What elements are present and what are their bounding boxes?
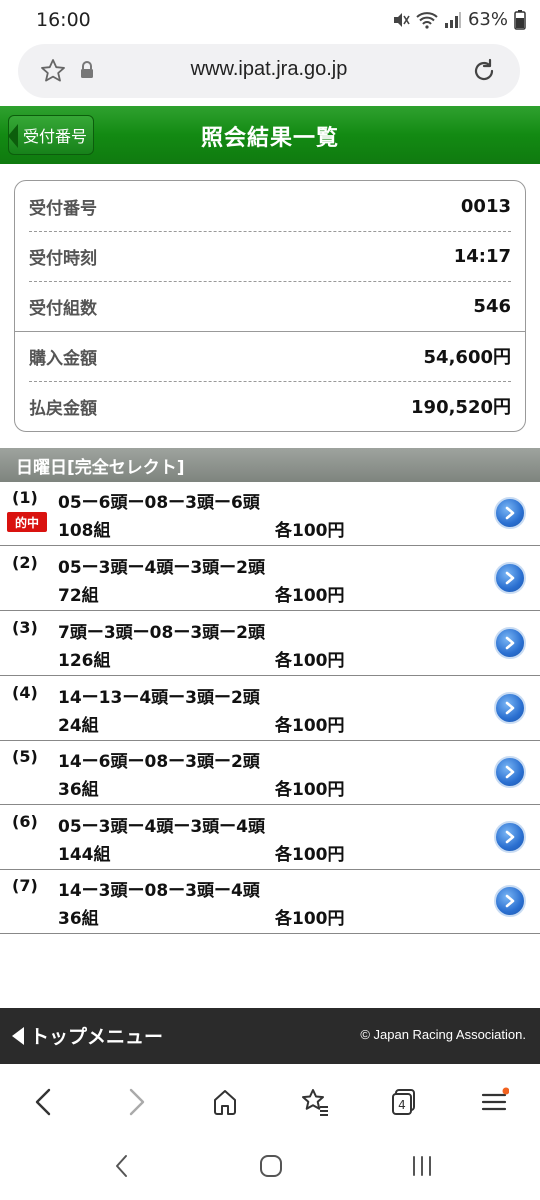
list-item[interactable]: (3) 7頭ー3頭ー08ー3頭ー2頭 126組 各100円 [0, 612, 540, 676]
bet-number: (3) [12, 618, 38, 637]
bet-number: (6) [12, 812, 38, 831]
chevron-right-icon[interactable] [494, 627, 526, 659]
status-icons: 63% [392, 9, 526, 30]
bet-combination: 14ー6頭ー08ー3頭ー2頭 [58, 752, 260, 772]
chevron-right-icon[interactable] [494, 821, 526, 853]
bet-price: 各100円 [275, 586, 345, 606]
bet-number: (4) [12, 683, 38, 702]
summary-label: 受付番号 [29, 198, 97, 219]
page-title: 照会結果一覧 [200, 126, 339, 151]
bet-number: (1) [12, 488, 38, 507]
bet-count: 108組 [58, 521, 111, 541]
address-bar[interactable]: www.ipat.jra.go.jp [18, 44, 520, 98]
mute-icon [392, 11, 410, 29]
summary-value: 190,520円 [411, 397, 511, 418]
battery-text: 63% [467, 9, 508, 30]
summary-row: 受付時刻 14:17 [29, 231, 511, 281]
bet-count: 126組 [58, 651, 111, 671]
summary-label: 受付時刻 [29, 248, 97, 269]
bet-price: 各100円 [275, 716, 345, 736]
forward-icon[interactable] [118, 1084, 154, 1120]
url-text[interactable]: www.ipat.jra.go.jp [18, 58, 520, 81]
summary-row: 受付組数 546 [29, 281, 511, 331]
summary-label: 受付組数 [29, 298, 97, 319]
system-back-icon[interactable] [104, 1148, 140, 1184]
chevron-right-icon[interactable] [494, 562, 526, 594]
bet-price: 各100円 [275, 845, 345, 865]
bet-number: (5) [12, 747, 38, 766]
system-home-icon[interactable] [253, 1148, 289, 1184]
summary-value: 14:17 [453, 245, 511, 267]
bet-count: 144組 [58, 845, 111, 865]
bet-count: 72組 [58, 586, 99, 606]
status-bar: 16:00 63% [0, 0, 540, 40]
bet-combination: 05ー3頭ー4頭ー3頭ー4頭 [58, 817, 265, 837]
system-recents-icon[interactable] [404, 1148, 440, 1184]
chevron-right-icon[interactable] [494, 692, 526, 724]
bet-combination: 7頭ー3頭ー08ー3頭ー2頭 [58, 623, 265, 643]
bet-price: 各100円 [275, 909, 345, 929]
bet-price: 各100円 [275, 521, 345, 541]
bet-combination: 14ー13ー4頭ー3頭ー2頭 [58, 688, 260, 708]
bet-count: 24組 [58, 716, 99, 736]
summary-label: 払戻金額 [29, 398, 97, 419]
chevron-right-icon[interactable] [494, 756, 526, 788]
bet-combination: 14ー3頭ー08ー3頭ー4頭 [58, 881, 260, 901]
summary-label: 購入金額 [29, 348, 97, 369]
list-item[interactable]: (7) 14ー3頭ー08ー3頭ー4頭 36組 各100円 [0, 870, 540, 934]
section-title: 日曜日[完全セレクト] [0, 448, 540, 482]
summary-row: 購入金額 54,600円 [29, 331, 511, 381]
menu-icon[interactable] [476, 1084, 512, 1120]
top-menu-label: トップメニュー [30, 1026, 164, 1048]
summary-value: 546 [473, 295, 511, 317]
bet-number: (7) [12, 876, 38, 895]
copyright: © Japan Racing Association. [360, 1027, 526, 1042]
bookmarks-icon[interactable] [297, 1084, 333, 1120]
bet-count: 36組 [58, 780, 99, 800]
signal-icon [444, 11, 462, 29]
chevron-right-icon[interactable] [494, 885, 526, 917]
status-time: 16:00 [36, 9, 91, 31]
footer-bar: トップメニュー © Japan Racing Association. [0, 1008, 540, 1064]
wifi-icon [416, 11, 438, 29]
list-item[interactable]: (2) 05ー3頭ー4頭ー3頭ー2頭 72組 各100円 [0, 547, 540, 611]
summary-card: 受付番号 0013 受付時刻 14:17 受付組数 546 購入金額 54,60… [14, 180, 526, 432]
top-menu-link[interactable]: トップメニュー [12, 1022, 163, 1049]
tabs-icon[interactable]: 4 [386, 1084, 422, 1120]
bet-price: 各100円 [275, 651, 345, 671]
bet-combination: 05ー6頭ー08ー3頭ー6頭 [58, 493, 260, 513]
chevron-right-icon[interactable] [494, 497, 526, 529]
list-item[interactable]: (1) 的中 05ー6頭ー08ー3頭ー6頭 108組 各100円 [0, 482, 540, 546]
summary-row: 受付番号 0013 [29, 181, 511, 231]
back-icon[interactable] [26, 1084, 62, 1120]
reload-icon[interactable] [470, 57, 498, 89]
summary-value: 54,600円 [423, 347, 511, 368]
list-item[interactable]: (5) 14ー6頭ー08ー3頭ー2頭 36組 各100円 [0, 741, 540, 805]
hit-badge: 的中 [7, 512, 47, 532]
list-item[interactable]: (4) 14ー13ー4頭ー3頭ー2頭 24組 各100円 [0, 677, 540, 741]
tab-count: 4 [398, 1098, 406, 1112]
bet-combination: 05ー3頭ー4頭ー3頭ー2頭 [58, 558, 265, 578]
bet-count: 36組 [58, 909, 99, 929]
system-navigation-bar [0, 1140, 540, 1200]
browser-toolbar: 4 [0, 1070, 540, 1132]
list-item[interactable]: (6) 05ー3頭ー4頭ー3頭ー4頭 144組 各100円 [0, 806, 540, 870]
page-header: 受付番号 照会結果一覧 [0, 106, 540, 164]
battery-icon [514, 9, 526, 30]
bet-number: (2) [12, 553, 38, 572]
summary-value: 0013 [460, 195, 511, 217]
home-icon[interactable] [207, 1084, 243, 1120]
triangle-left-icon [12, 1026, 24, 1045]
bet-price: 各100円 [275, 780, 345, 800]
summary-row: 払戻金額 190,520円 [29, 381, 511, 431]
